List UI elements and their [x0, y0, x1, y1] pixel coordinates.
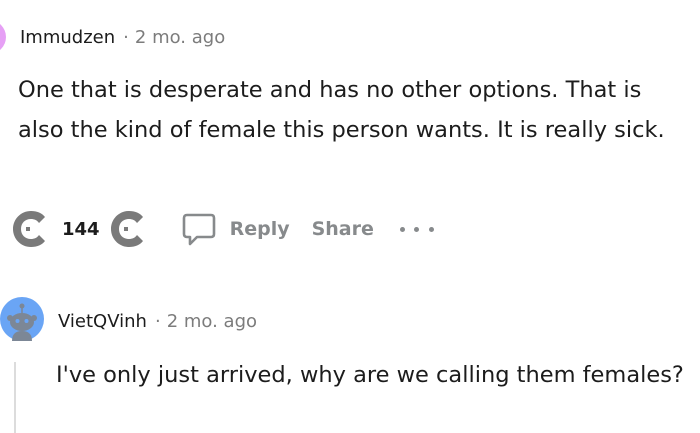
- speech-bubble-icon: [182, 213, 215, 246]
- thread-collapse-line[interactable]: [14, 362, 16, 433]
- meta-separator: ·: [123, 27, 129, 48]
- comment-meta: VietQVinh · 2 mo. ago: [58, 310, 257, 334]
- comment-action-bar: 144 Reply Share: [10, 206, 434, 252]
- reply-label: Reply: [229, 218, 290, 240]
- comment-meta: Immudzen · 2 mo. ago: [20, 26, 225, 50]
- avatar[interactable]: [0, 20, 6, 54]
- reply-button[interactable]: Reply: [180, 210, 290, 248]
- downvote-icon[interactable]: [108, 208, 150, 250]
- dot: [399, 226, 405, 232]
- vote-score: 144: [62, 218, 100, 240]
- comment-body: I've only just arrived, why are we calli…: [56, 362, 684, 388]
- dot: [414, 226, 420, 232]
- ellipsis-icon[interactable]: [399, 219, 434, 239]
- upvote-icon[interactable]: [10, 208, 52, 250]
- snoo-avatar-icon[interactable]: [0, 292, 44, 346]
- timestamp[interactable]: 2 mo. ago: [167, 311, 257, 332]
- username[interactable]: Immudzen: [20, 27, 115, 48]
- share-button[interactable]: Share: [312, 218, 374, 240]
- dot: [428, 226, 434, 232]
- meta-separator: ·: [154, 311, 161, 332]
- username[interactable]: VietQVinh: [58, 311, 147, 332]
- comment-thread: Immudzen · 2 mo. ago One that is desperate…: [0, 0, 700, 433]
- comment-body: One that is desperate and has no other o…: [18, 77, 665, 143]
- timestamp[interactable]: 2 mo. ago: [135, 27, 225, 48]
